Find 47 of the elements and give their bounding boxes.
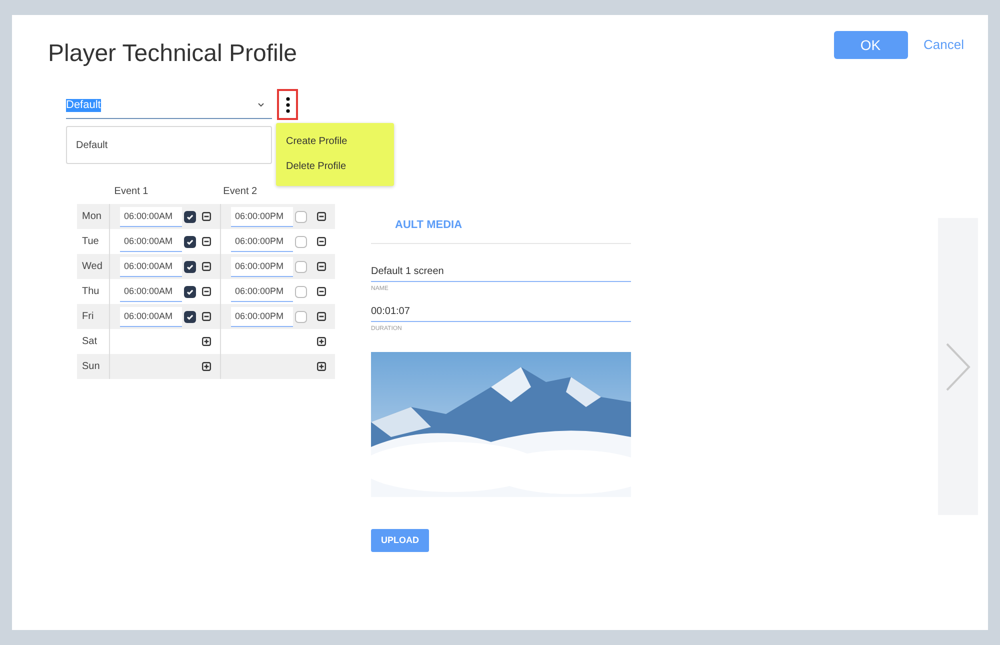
checkbox[interactable] (295, 210, 307, 222)
dropdown-option[interactable]: Default (67, 127, 271, 165)
checkbox[interactable] (295, 236, 307, 248)
remove-icon[interactable] (317, 287, 326, 296)
kebab-icon (286, 96, 290, 112)
time-field[interactable]: 06:00:00PM (231, 306, 293, 326)
remove-icon[interactable] (317, 312, 326, 321)
checkbox[interactable] (184, 210, 196, 222)
day-label: Sat (82, 335, 98, 349)
menu-item[interactable]: Create Profile (276, 129, 394, 154)
time-field[interactable]: 06:00:00PM (231, 256, 293, 276)
column-header: Event 1 (114, 185, 150, 199)
time-field[interactable]: 06:00:00PM (231, 206, 293, 226)
remove-icon[interactable] (202, 262, 211, 271)
checkbox[interactable] (295, 260, 307, 272)
dialog-title: Player Technical Profile (48, 42, 298, 66)
add-icon[interactable] (202, 362, 211, 371)
day-label: Mon (82, 210, 102, 224)
caret-icon (258, 103, 264, 107)
remove-icon[interactable] (317, 212, 326, 221)
checkbox[interactable] (184, 286, 196, 298)
remove-icon[interactable] (202, 287, 211, 296)
remove-icon[interactable] (317, 237, 326, 246)
checkbox[interactable] (295, 286, 307, 298)
remove-icon[interactable] (202, 312, 211, 321)
day-label: Sun (82, 360, 100, 374)
remove-icon[interactable] (317, 262, 326, 271)
time-field[interactable]: 06:00:00AM (120, 256, 182, 276)
add-icon[interactable] (202, 337, 211, 346)
add-icon[interactable] (317, 337, 326, 346)
day-label: Wed (82, 260, 102, 274)
time-field[interactable]: 06:00:00AM (120, 306, 182, 326)
column-header: Event 2 (223, 185, 258, 199)
menu-item[interactable]: Delete Profile (276, 154, 394, 179)
more-options-button[interactable] (277, 89, 298, 120)
day-label: Thu (82, 285, 100, 299)
add-icon[interactable] (317, 362, 326, 371)
remove-icon[interactable] (202, 237, 211, 246)
day-label: Tue (82, 235, 99, 249)
checkbox[interactable] (184, 310, 196, 322)
remove-icon[interactable] (202, 212, 211, 221)
time-field[interactable]: 06:00:00AM (120, 206, 182, 226)
chevron-right-icon (945, 342, 971, 392)
checkbox[interactable] (184, 236, 196, 248)
checkbox[interactable] (184, 260, 196, 272)
checkbox[interactable] (295, 310, 307, 322)
day-label: Fri (82, 310, 94, 324)
